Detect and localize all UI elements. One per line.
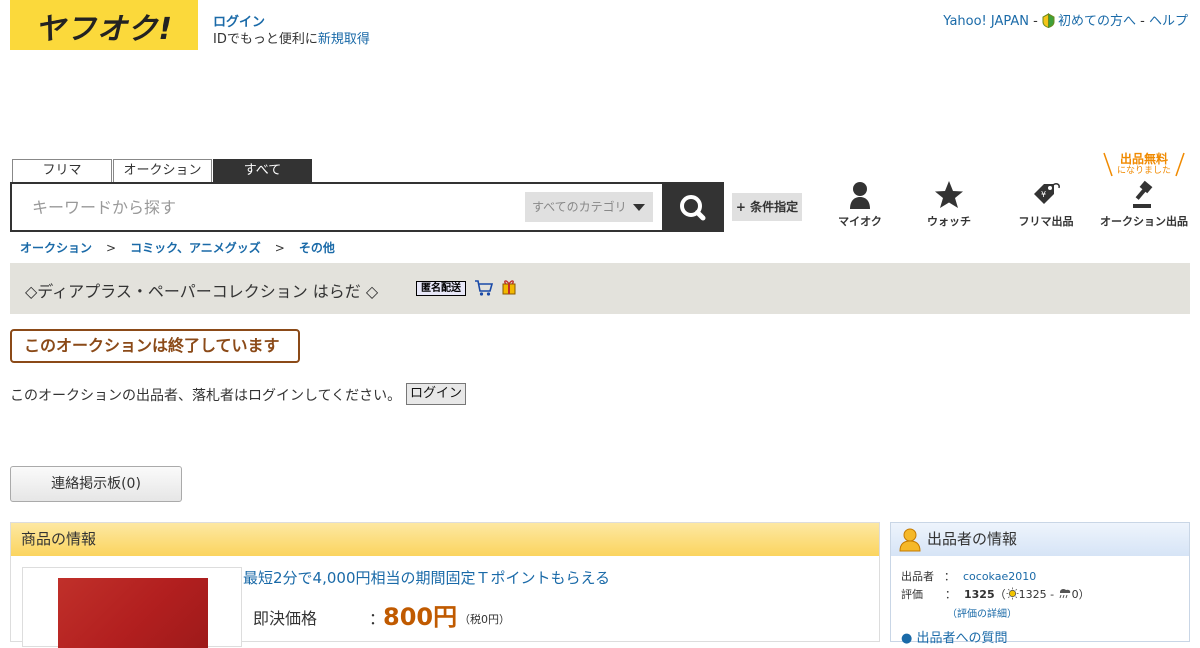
item-info-header: 商品の情報 [11,523,879,556]
listing-title-bar: ◇ディアプラス・ペーパーコレクション はらだ ◇ 匿名配送 [10,263,1190,314]
search-icon [680,195,706,221]
top-links: Yahoo! JAPAN - 初めての方へ - ヘルプ [943,10,1188,29]
auction-ended-notice: このオークションは終了しています [10,329,300,363]
category-select-label: すべてのカテゴリ [532,200,627,214]
breadcrumb-item-auction[interactable]: オークション [20,241,92,255]
condition-button[interactable]: + 条件指定 [732,193,802,221]
nav-flea-sell-label: フリマ出品 [1018,215,1074,228]
sun-icon [1006,587,1019,600]
cart-icon [475,280,494,296]
listing-title: ◇ディアプラス・ペーパーコレクション はらだ ◇ [25,282,379,301]
price-label: 即決価格 [253,609,318,628]
login-button[interactable]: ログイン [406,383,466,405]
item-image [58,578,208,648]
category-select[interactable]: すべてのカテゴリ [525,192,653,222]
contact-board-button[interactable]: 連絡掲示板(0) [10,466,182,502]
first-time-link[interactable]: 初めての方へ [1058,14,1136,29]
yahoo-japan-link[interactable]: Yahoo! JAPAN [943,14,1029,29]
gift-icon [502,280,516,295]
breadcrumb-separator: > [274,241,285,255]
nav-myauc[interactable]: マイオク [815,180,905,229]
svg-text:¥: ¥ [1041,190,1046,199]
rating-detail-link[interactable]: （評価の詳細） [947,605,1017,620]
nav-flea-sell[interactable]: ¥ フリマ出品 [1001,180,1091,229]
nav-myauc-label: マイオク [838,215,882,228]
rating-colon: ： [945,588,956,601]
tab-all[interactable]: すべて [213,159,312,183]
nav-auction-sell[interactable]: オークション出品 [1099,180,1189,229]
price-tag-icon: ¥ [1034,183,1060,204]
seller-name-link[interactable]: cocokae2010 [963,570,1036,583]
seller-person-icon [899,528,921,552]
anonymous-shipping-badge: 匿名配送 [416,281,466,296]
nav-watch[interactable]: ウォッチ [904,180,994,229]
nav-auction-sell-label: オークション出品 [1100,215,1188,228]
tab-flea[interactable]: フリマ [12,159,112,183]
signup-link[interactable]: 新規取得 [318,32,370,47]
rating-paren-close: ） [1078,588,1090,601]
login-subtext: IDでもっと便利に新規取得 [213,28,370,47]
search-button[interactable] [662,182,724,232]
breadcrumb: オークション > コミック、アニメグッズ > その他 [20,239,335,256]
item-info-panel: 商品の情報 最短2分で4,000円相当の期間固定Ｔポイントもらえる 即決価格 ：… [10,522,880,648]
slash-left-icon [1103,152,1113,177]
breadcrumb-item-comic[interactable]: コミック、アニメグッズ [130,241,261,255]
search-input[interactable] [32,194,512,220]
rating-row: 評価： 1325（ 1325 - 0） [901,586,1090,602]
item-thumbnail[interactable] [22,567,242,648]
slash-right-icon [1175,152,1185,177]
price-tax: （税0円） [459,613,510,626]
rating-paren-open: （ [994,588,1006,601]
seller-info-panel: 出品者の情報 出品者： cocokae2010 評価： 1325（ 1325 - 0）… [890,522,1190,646]
seller-label: 出品者 [901,570,934,583]
seller-row: 出品者 ： cocokae2010 [901,568,1036,584]
help-link[interactable]: ヘルプ [1149,14,1188,29]
free-listing-badge: 出品無料 になりました [1102,152,1186,178]
rating-value: 1325 [964,588,995,601]
rating-dash: - [1046,588,1058,601]
breadcrumb-item-other[interactable]: その他 [299,241,335,255]
tab-auction[interactable]: オークション [113,159,212,183]
login-sub-prefix: IDでもっと便利に [213,32,318,47]
logo-text: ヤフオク! [34,12,174,47]
yahuoku-logo[interactable]: ヤフオク! [10,0,198,50]
price-value: 800円 [383,603,458,631]
gavel-icon [1133,180,1153,208]
good-rating-count: 1325 [1018,588,1047,601]
seller-colon: ： [944,570,955,583]
nav-watch-label: ウォッチ [927,215,971,228]
tpoint-promo-link[interactable]: 最短2分で4,000円相当の期間固定Ｔポイントもらえる [243,567,610,588]
rain-icon [1059,588,1070,599]
bad-rating-count: 0 [1071,588,1079,601]
star-icon [935,181,963,208]
breadcrumb-separator: > [106,241,117,255]
caret-down-icon [633,204,645,211]
top-link-sep: - [1029,14,1042,29]
search-box: すべてのカテゴリ [10,182,664,232]
seller-info-header: 出品者の情報 [891,523,1189,556]
beginner-mark-icon [1042,13,1055,28]
person-icon [850,182,870,209]
rating-label: 評価 [901,588,923,601]
login-notice-text: このオークションの出品者、落札者はログインしてください。 [10,388,402,404]
top-link-sep: - [1136,14,1149,29]
